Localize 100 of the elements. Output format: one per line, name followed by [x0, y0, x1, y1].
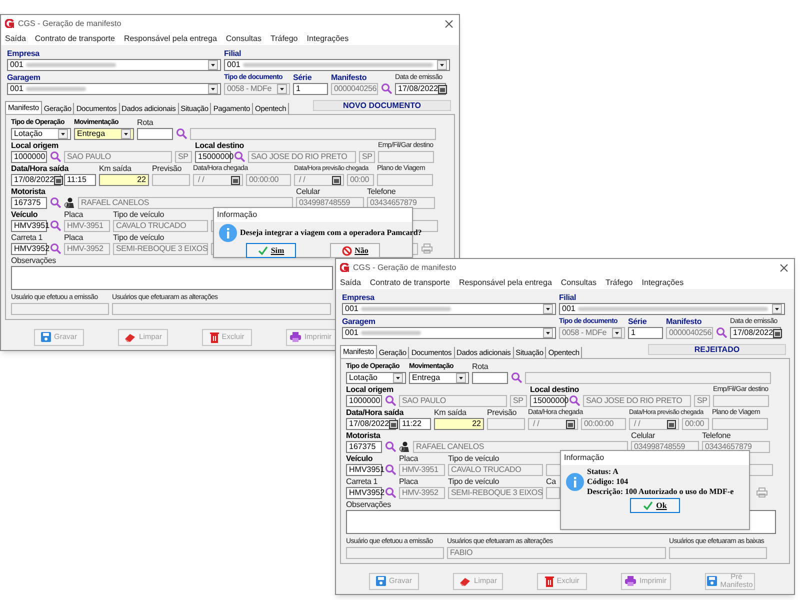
search-icon[interactable]: [385, 441, 396, 452]
search-icon[interactable]: [50, 151, 61, 162]
input-field[interactable]: 11:22: [399, 418, 431, 430]
input-field[interactable]: SP: [510, 395, 527, 407]
dropdown-field[interactable]: Lotação: [11, 128, 71, 140]
menu-item[interactable]: Tráfego: [605, 278, 633, 288]
input-field[interactable]: FABIO: [447, 547, 666, 559]
input-field[interactable]: HMV-3951: [64, 220, 110, 232]
date-field[interactable]: 17/08/2022: [11, 174, 61, 186]
search-icon[interactable]: [234, 151, 245, 162]
calendar-icon[interactable]: [332, 176, 341, 184]
search-icon[interactable]: [716, 327, 727, 338]
date-field[interactable]: 17/08/2022: [395, 83, 446, 95]
input-field[interactable]: [190, 128, 436, 140]
input-field[interactable]: HMV-3952: [64, 243, 110, 255]
input-field[interactable]: RAFAEL CANELOS: [413, 441, 628, 453]
calendar-icon[interactable]: [389, 420, 398, 428]
search-icon[interactable]: [511, 372, 522, 383]
menu-item[interactable]: Saída: [5, 34, 26, 44]
menu-item[interactable]: Responsável pela entrega: [458, 278, 552, 288]
calendar-icon[interactable]: [54, 176, 64, 184]
menu-item[interactable]: Consultas: [560, 278, 596, 288]
search-icon[interactable]: [50, 197, 61, 208]
menu-item[interactable]: Contrato de transporte: [34, 34, 115, 44]
calendar-icon[interactable]: [566, 420, 575, 428]
input-field[interactable]: [378, 151, 434, 163]
menu-item[interactable]: Saída: [340, 278, 361, 288]
dropdown-field[interactable]: 001: [342, 303, 556, 315]
input-field[interactable]: [11, 303, 109, 315]
search-icon[interactable]: [50, 243, 61, 254]
close-icon[interactable]: [445, 20, 453, 28]
input-field[interactable]: 22: [99, 174, 149, 186]
input-field[interactable]: 1: [293, 83, 328, 95]
search-icon[interactable]: [50, 220, 61, 231]
input-field[interactable]: 167375: [11, 197, 47, 209]
search-icon[interactable]: [176, 128, 187, 139]
input-field[interactable]: [346, 547, 444, 559]
input-field[interactable]: CAVALO TRUCADO: [113, 220, 208, 232]
input-field[interactable]: 00:00: [347, 174, 374, 186]
input-field[interactable]: SAO PAULO: [64, 151, 172, 163]
dropdown-field[interactable]: 0058 - MDFe: [224, 83, 290, 95]
input-field[interactable]: 15000000: [530, 395, 566, 407]
input-field[interactable]: SP: [175, 151, 192, 163]
input-field[interactable]: SAO JOSE DO RIO PRETO: [248, 151, 356, 163]
input-field[interactable]: 11:15: [64, 174, 96, 186]
input-field[interactable]: HMV-3951: [399, 464, 445, 476]
dropdown-field[interactable]: 001: [7, 59, 221, 71]
input-field[interactable]: 1000000: [346, 395, 382, 407]
input-field[interactable]: [377, 174, 433, 186]
dialog-button[interactable]: Sim: [246, 243, 296, 258]
input-field[interactable]: [713, 395, 769, 407]
input-field[interactable]: [152, 174, 190, 186]
menu-item[interactable]: Responsável pela entrega: [124, 34, 217, 44]
dropdown-field[interactable]: 001: [559, 303, 785, 315]
close-icon[interactable]: [780, 264, 788, 272]
dropdown-field[interactable]: Lotação: [346, 372, 406, 384]
dropdown-field[interactable]: Entrega: [74, 128, 134, 140]
input-field[interactable]: SEMI-REBOQUE 3 EIXOS: [448, 487, 543, 499]
menu-item[interactable]: Integrações: [642, 278, 684, 288]
calendar-icon[interactable]: [773, 328, 782, 338]
date-field[interactable]: / /: [629, 418, 679, 430]
input-field[interactable]: 00:00: [682, 418, 709, 430]
date-field[interactable]: / /: [528, 418, 578, 430]
dropdown-field[interactable]: 001: [342, 327, 556, 339]
input-field[interactable]: HMV3952: [346, 487, 382, 499]
input-field[interactable]: SP: [359, 151, 375, 163]
calendar-icon[interactable]: [438, 84, 448, 94]
input-field[interactable]: 00:00:00: [246, 174, 291, 186]
input-field[interactable]: [712, 418, 768, 430]
input-field[interactable]: 15000000: [195, 151, 231, 163]
input-field[interactable]: 00:00:00: [581, 418, 626, 430]
input-field[interactable]: 0000040256: [666, 327, 713, 339]
input-field[interactable]: SAO PAULO: [399, 395, 507, 407]
input-field[interactable]: 22: [434, 418, 484, 430]
calendar-icon[interactable]: [667, 420, 676, 428]
calendar-icon[interactable]: [231, 176, 240, 184]
dialog-button[interactable]: Não: [330, 243, 380, 258]
input-field[interactable]: 1: [628, 327, 663, 339]
input-field[interactable]: 0000040256: [331, 83, 378, 95]
input-field[interactable]: SEMI-REBOQUE 3 EIXOS: [113, 243, 208, 255]
input-field[interactable]: HMV-3952: [399, 487, 445, 499]
input-field[interactable]: HMV3951: [346, 464, 382, 476]
menu-item[interactable]: Integrações: [306, 34, 349, 44]
menu-item[interactable]: Consultas: [226, 34, 262, 44]
input-field[interactable]: RAFAEL CANELOS: [78, 197, 293, 209]
input-field[interactable]: SP: [694, 395, 710, 407]
date-field[interactable]: / /: [294, 174, 344, 186]
search-icon[interactable]: [385, 464, 396, 475]
date-field[interactable]: / /: [193, 174, 243, 186]
input-field[interactable]: 167375: [346, 441, 382, 453]
menu-item[interactable]: Contrato de transporte: [370, 278, 450, 288]
dropdown-field[interactable]: 001: [224, 59, 450, 71]
input-field[interactable]: [546, 487, 560, 499]
input-field[interactable]: CAVALO TRUCADO: [448, 464, 543, 476]
input-field[interactable]: [525, 372, 771, 384]
dialog-button[interactable]: Ok: [630, 498, 680, 513]
date-field[interactable]: 17/08/2022: [346, 418, 396, 430]
menu-item[interactable]: Tráfego: [270, 34, 298, 44]
text-area[interactable]: [11, 266, 333, 290]
dropdown-field[interactable]: Entrega: [409, 372, 469, 384]
